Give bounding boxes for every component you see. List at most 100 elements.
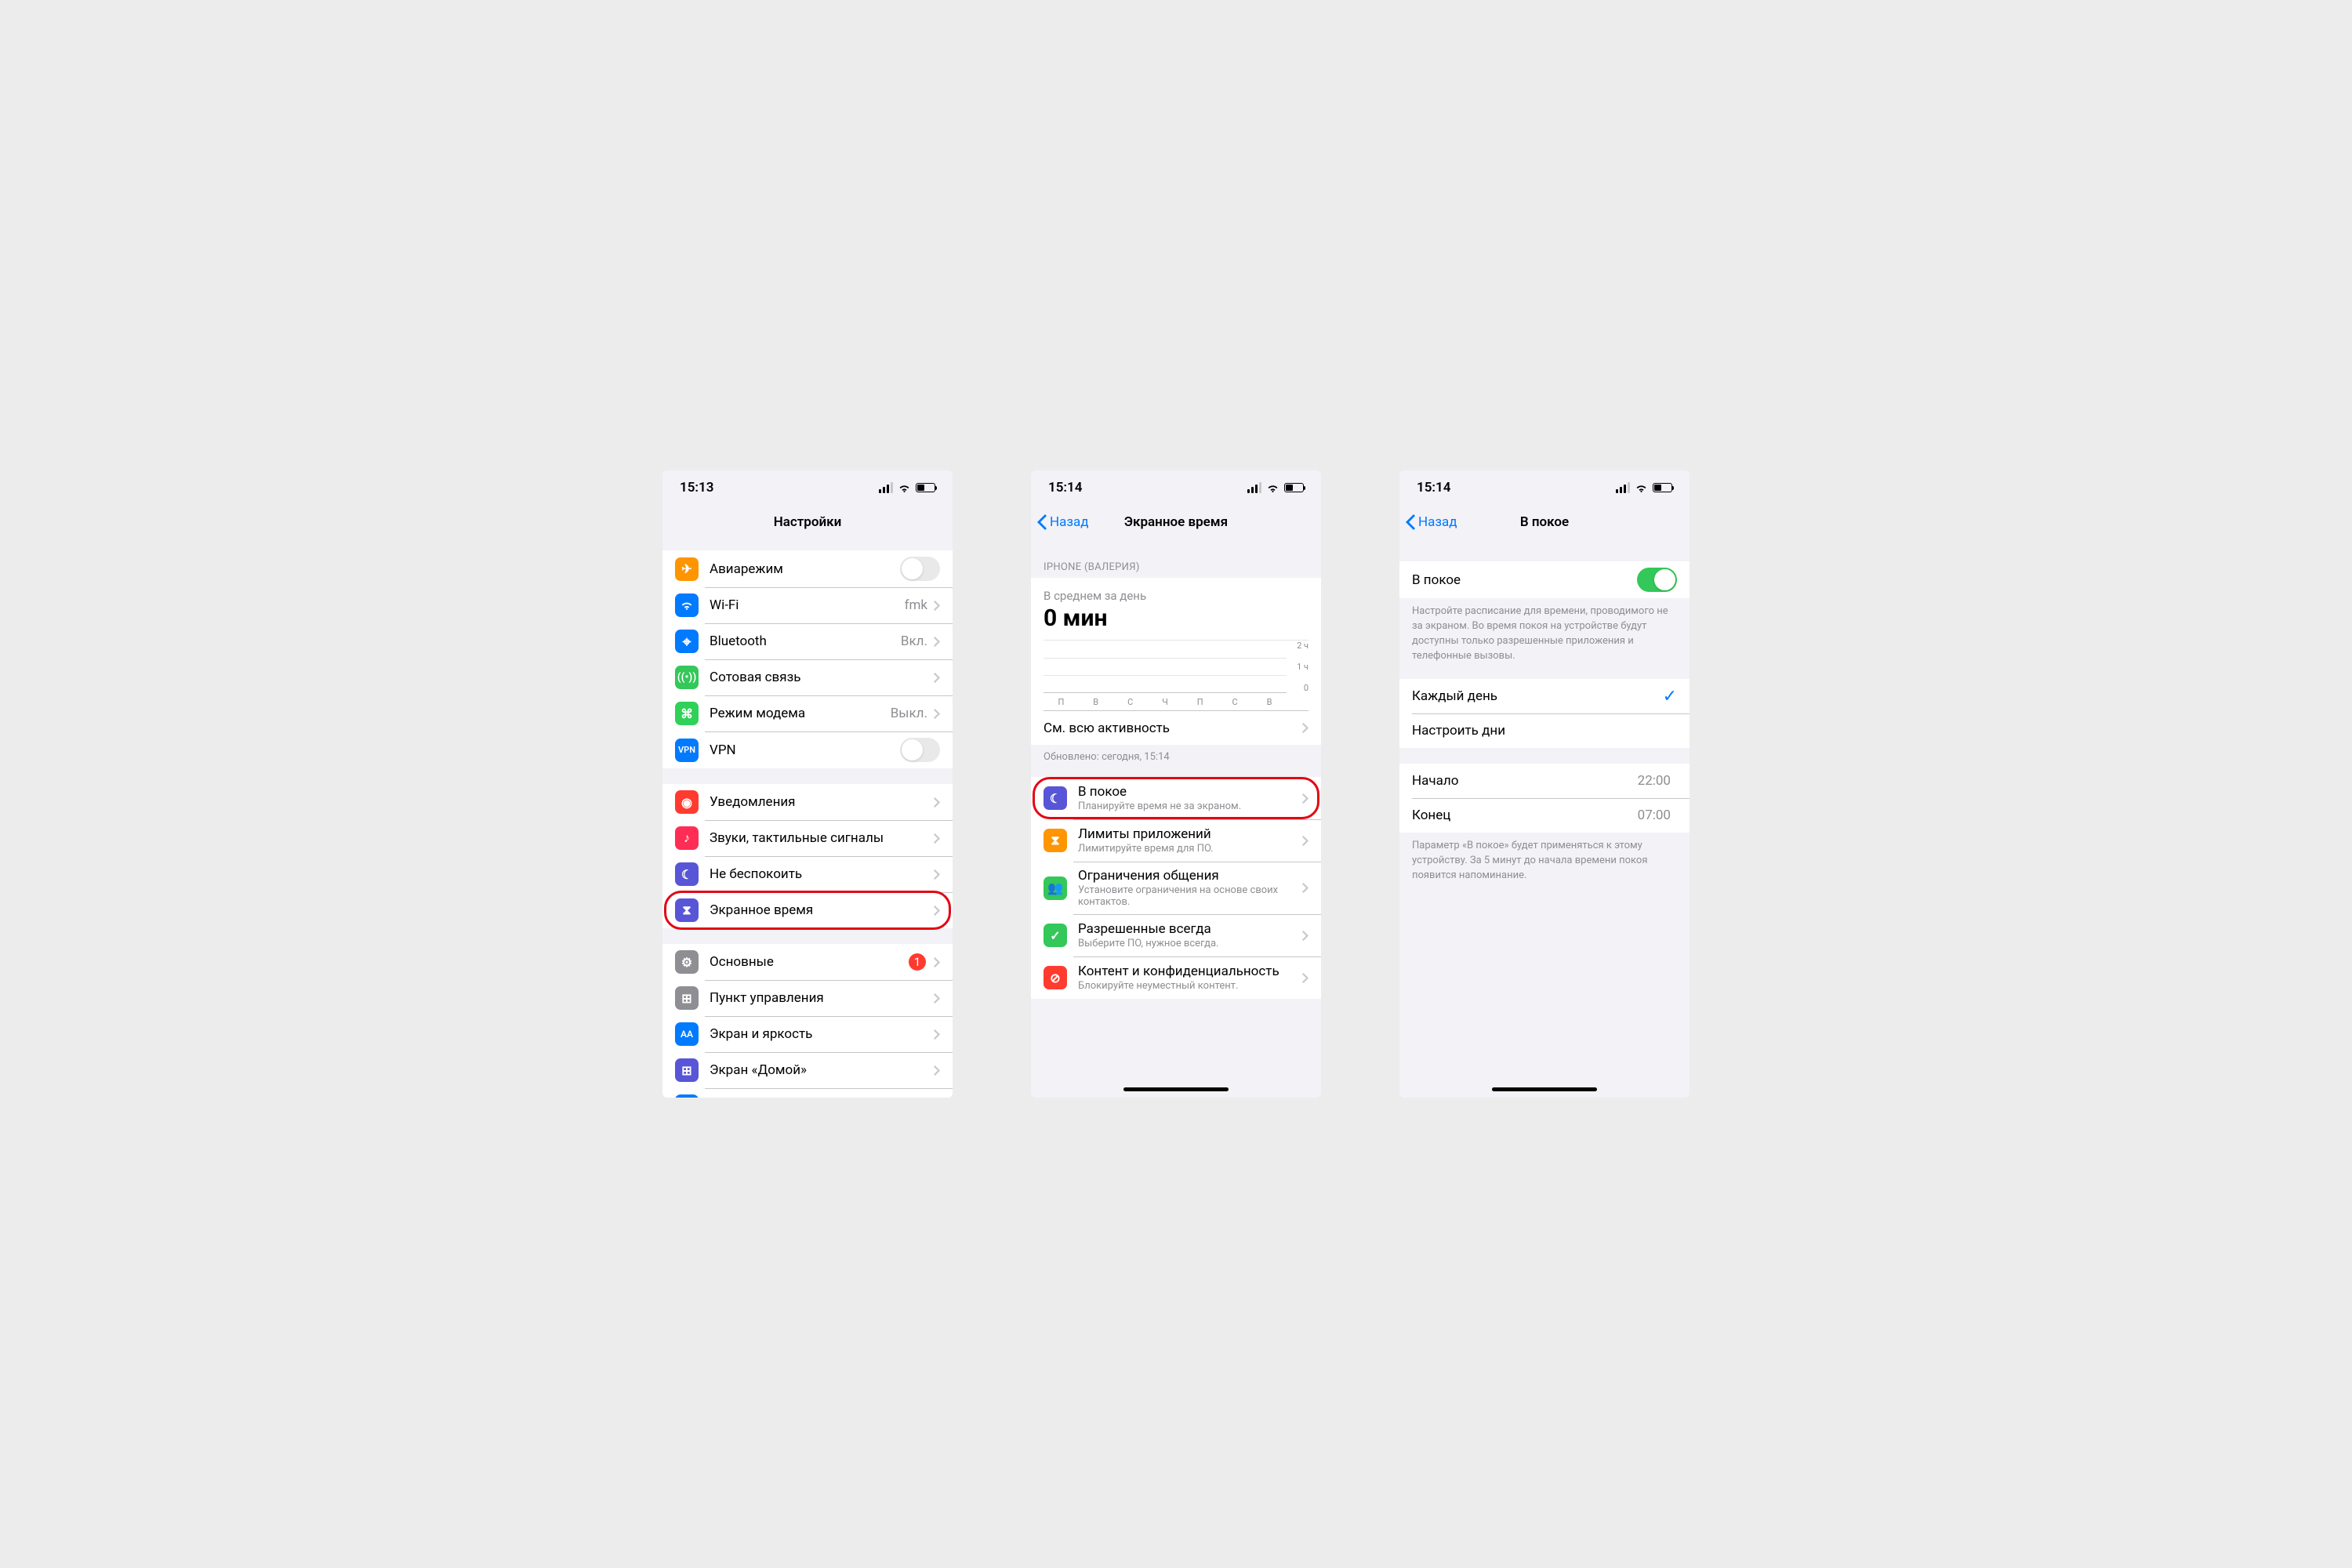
phone-downtime: 15:14 Назад В покое В покое Настройте ра… bbox=[1399, 470, 1690, 1098]
row-label: Не беспокоить bbox=[710, 866, 934, 882]
row-cellular[interactable]: ((•)) Сотовая связь bbox=[662, 659, 953, 695]
status-bar: 15:14 bbox=[1399, 470, 1690, 505]
row-label: Разрешенные всегда bbox=[1078, 921, 1302, 937]
row-control-center[interactable]: ⊞ Пункт управления bbox=[662, 980, 953, 1016]
row-label: Уведомления bbox=[710, 794, 934, 810]
restrict-icon: ⊘ bbox=[1044, 966, 1067, 989]
row-customize-days[interactable]: Настроить дни bbox=[1399, 713, 1690, 748]
airplane-toggle[interactable] bbox=[900, 557, 940, 581]
row-content-privacy[interactable]: ⊘ Контент и конфиденциальность Блокируйт… bbox=[1031, 956, 1321, 999]
row-label: Пункт управления bbox=[710, 990, 934, 1006]
control-center-icon: ⊞ bbox=[675, 986, 699, 1010]
chevron-right-icon bbox=[1302, 931, 1308, 941]
row-value: 22:00 bbox=[1638, 773, 1671, 789]
back-label: Назад bbox=[1418, 514, 1457, 530]
row-label: Звуки, тактильные сигналы bbox=[710, 830, 934, 846]
row-airplane[interactable]: ✈ Авиарежим bbox=[662, 550, 953, 587]
row-subtitle: Блокируйте неуместный контент. bbox=[1078, 980, 1302, 992]
row-general[interactable]: ⚙ Основные 1 bbox=[662, 944, 953, 980]
row-label: Настроить дни bbox=[1412, 723, 1677, 739]
row-sounds[interactable]: ♪ Звуки, тактильные сигналы bbox=[662, 820, 953, 856]
row-subtitle: Планируйте время не за экраном. bbox=[1078, 800, 1302, 812]
people-icon: 👥 bbox=[1044, 877, 1067, 900]
home-indicator[interactable] bbox=[1492, 1087, 1597, 1091]
accessibility-icon: ♿ bbox=[675, 1094, 699, 1098]
row-downtime-toggle[interactable]: В покое bbox=[1399, 561, 1690, 598]
battery-icon bbox=[1653, 483, 1672, 492]
row-label: VPN bbox=[710, 742, 900, 758]
row-notifications[interactable]: ◉ Уведомления bbox=[662, 784, 953, 820]
battery-icon bbox=[1284, 483, 1304, 492]
chevron-right-icon bbox=[934, 601, 940, 611]
row-label: Bluetooth bbox=[710, 633, 901, 649]
page-title: Настройки bbox=[774, 514, 842, 530]
row-label: Конец bbox=[1412, 808, 1638, 823]
chevron-right-icon bbox=[934, 957, 940, 967]
row-end-time[interactable]: Конец 07:00 bbox=[1399, 798, 1690, 833]
row-always-allowed[interactable]: ✓ Разрешенные всегда Выберите ПО, нужное… bbox=[1031, 914, 1321, 956]
wifi-settings-icon bbox=[675, 593, 699, 617]
back-button[interactable]: Назад bbox=[1037, 514, 1089, 530]
row-value: Выкл. bbox=[891, 706, 927, 721]
chevron-right-icon bbox=[934, 1029, 940, 1040]
nav-bar: Настройки bbox=[662, 505, 953, 539]
status-icons bbox=[1616, 482, 1672, 493]
row-label: В покое bbox=[1078, 784, 1302, 800]
status-time: 15:14 bbox=[1048, 480, 1082, 495]
row-start-time[interactable]: Начало 22:00 bbox=[1399, 764, 1690, 798]
row-screentime[interactable]: ⧗ Экранное время bbox=[662, 892, 953, 928]
chevron-right-icon bbox=[934, 906, 940, 916]
vpn-toggle[interactable] bbox=[900, 738, 940, 762]
chevron-right-icon bbox=[1302, 723, 1308, 733]
chart-y-labels: 2 ч1 ч0 bbox=[1290, 641, 1308, 693]
chevron-right-icon bbox=[1302, 973, 1308, 983]
section-footer: Параметр «В покое» будет применяться к э… bbox=[1399, 833, 1690, 884]
row-bluetooth[interactable]: ⌖ Bluetooth Вкл. bbox=[662, 623, 953, 659]
row-communication-limits[interactable]: 👥 Ограничения общения Установите огранич… bbox=[1031, 862, 1321, 914]
chevron-right-icon bbox=[1302, 883, 1308, 893]
row-label: Wi-Fi bbox=[710, 597, 905, 613]
checkmark-icon: ✓ bbox=[1663, 687, 1677, 706]
row-app-limits[interactable]: ⧗ Лимиты приложений Лимитируйте время дл… bbox=[1031, 819, 1321, 862]
chevron-right-icon bbox=[934, 709, 940, 719]
status-bar: 15:14 bbox=[1031, 470, 1321, 505]
row-wifi[interactable]: Wi-Fi fmk bbox=[662, 587, 953, 623]
cellular-icon: ((•)) bbox=[675, 666, 699, 689]
row-label: Ограничения общения bbox=[1078, 868, 1302, 884]
cellular-signal-icon bbox=[879, 482, 893, 493]
chevron-right-icon bbox=[934, 637, 940, 647]
section-header: IPHONE (ВАЛЕРИЯ) bbox=[1031, 557, 1321, 578]
checkmark-icon: ✓ bbox=[1044, 924, 1067, 947]
page-title: В покое bbox=[1520, 514, 1569, 530]
row-hotspot[interactable]: ⌘ Режим модема Выкл. bbox=[662, 695, 953, 731]
row-value: fmk bbox=[905, 597, 927, 613]
chevron-right-icon bbox=[934, 673, 940, 683]
status-time: 15:13 bbox=[680, 480, 713, 495]
row-all-activity[interactable]: См. всю активность bbox=[1044, 710, 1308, 745]
nav-bar: Назад Экранное время bbox=[1031, 505, 1321, 539]
row-downtime[interactable]: ☾ В покое Планируйте время не за экраном… bbox=[1031, 777, 1321, 819]
downtime-toggle[interactable] bbox=[1637, 568, 1677, 592]
row-accessibility[interactable]: ♿ Универсальный доступ bbox=[662, 1088, 953, 1098]
gear-icon: ⚙ bbox=[675, 950, 699, 974]
hourglass-icon: ⧗ bbox=[1044, 829, 1067, 852]
home-indicator[interactable] bbox=[1123, 1087, 1229, 1091]
row-dnd[interactable]: ☾ Не беспокоить bbox=[662, 856, 953, 892]
row-home-screen[interactable]: ⊞ Экран «Домой» bbox=[662, 1052, 953, 1088]
airplane-icon: ✈ bbox=[675, 557, 699, 581]
chevron-right-icon bbox=[934, 797, 940, 808]
row-vpn[interactable]: VPN VPN bbox=[662, 731, 953, 768]
wifi-icon bbox=[898, 483, 911, 493]
back-button[interactable]: Назад bbox=[1406, 514, 1457, 530]
status-time: 15:14 bbox=[1417, 480, 1450, 495]
status-icons bbox=[879, 482, 935, 493]
status-bar: 15:13 bbox=[662, 470, 953, 505]
moon-icon: ☾ bbox=[675, 862, 699, 886]
row-display[interactable]: AA Экран и яркость bbox=[662, 1016, 953, 1052]
chevron-right-icon bbox=[934, 993, 940, 1004]
cellular-signal-icon bbox=[1247, 482, 1261, 493]
row-every-day[interactable]: Каждый день ✓ bbox=[1399, 679, 1690, 713]
phone-settings: 15:13 Настройки ✈ Авиарежим Wi-Fi fmk bbox=[662, 470, 953, 1098]
row-label: Контент и конфиденциальность bbox=[1078, 964, 1302, 979]
row-label: Лимиты приложений bbox=[1078, 826, 1302, 842]
